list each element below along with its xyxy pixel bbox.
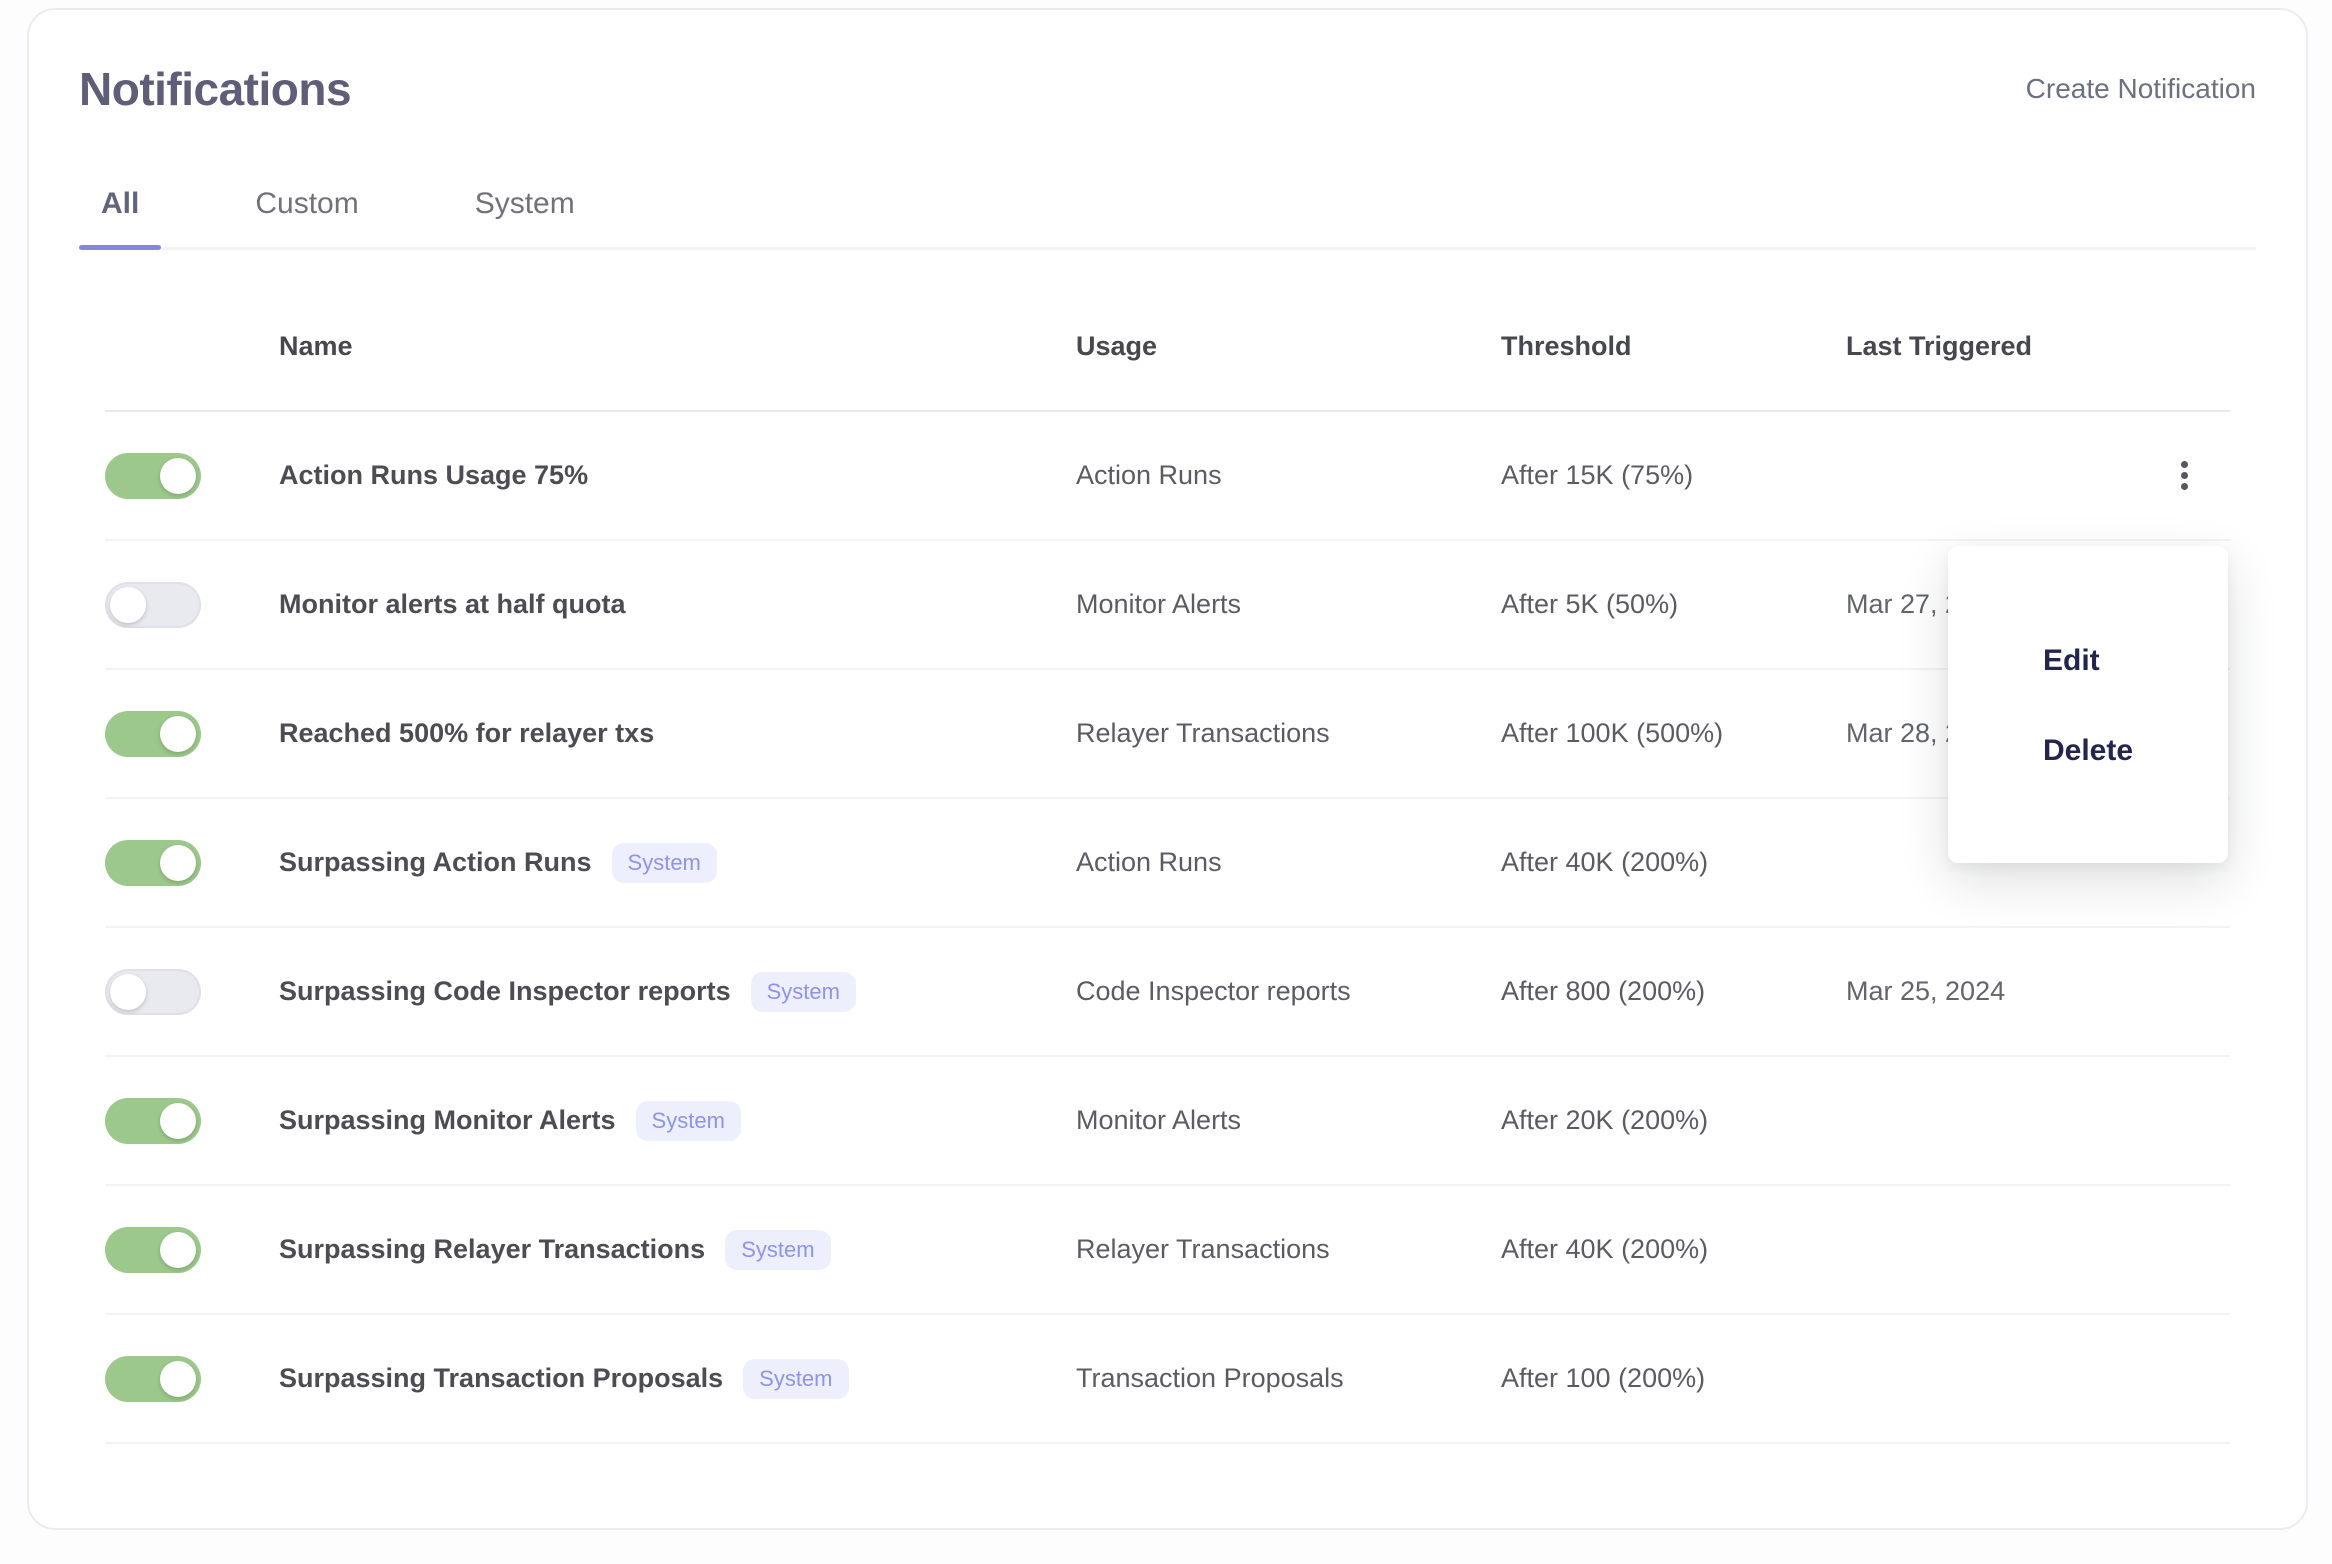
toggle-knob [110,973,146,1010]
toggle-cell [105,1226,279,1273]
toggle-knob [160,1231,196,1268]
row-context-menu: Edit Delete [1948,546,2228,863]
system-badge: System [743,1358,849,1399]
table-row: Action Runs Usage 75% Action Runs After … [105,412,2230,541]
usage-cell: Relayer Transactions [1076,718,1330,748]
system-badge: System [635,1100,741,1141]
toggle-cell [105,452,279,499]
page-title: Notifications [79,63,352,115]
threshold-cell: After 100 (200%) [1501,1363,1706,1393]
toggle-knob [160,715,196,752]
threshold-cell: After 15K (75%) [1501,460,1694,490]
notification-name: Surpassing Relayer Transactions [279,1234,706,1264]
toggle-cell [105,1355,279,1402]
notification-toggle[interactable] [105,839,201,886]
usage-cell: Code Inspector reports [1076,976,1351,1006]
table-row: Monitor alerts at half quota Monitor Ale… [105,541,2230,670]
tab-custom[interactable]: Custom [233,160,380,247]
notification-toggle[interactable] [105,968,201,1015]
notifications-table: Name Usage Threshold Last Triggered Acti… [105,250,2230,1444]
table-row: Surpassing Action Runs System Action Run… [105,799,2230,928]
threshold-cell: After 40K (200%) [1501,1234,1709,1264]
toggle-cell [105,968,279,1015]
column-header-last-triggered: Last Triggered [1846,330,2033,361]
table-row: Surpassing Code Inspector reports System… [105,928,2230,1057]
toggle-knob [160,457,196,494]
toggle-knob [160,844,196,881]
column-header-usage: Usage [1076,330,1158,361]
notification-toggle[interactable] [105,452,201,499]
create-notification-button[interactable]: Create Notification [2026,73,2256,105]
usage-cell: Action Runs [1076,460,1222,490]
name-cell: Action Runs Usage 75% [279,460,1076,491]
usage-cell: Action Runs [1076,847,1222,877]
notification-toggle[interactable] [105,581,201,628]
system-badge: System [611,842,717,883]
notification-name: Surpassing Monitor Alerts [279,1105,616,1135]
usage-cell: Monitor Alerts [1076,1105,1242,1135]
toggle-knob [110,586,146,623]
menu-item-edit[interactable]: Edit [1948,616,2228,706]
column-header-name: Name [279,330,353,361]
notification-toggle[interactable] [105,710,201,757]
system-badge: System [750,971,856,1012]
usage-cell: Relayer Transactions [1076,1234,1330,1264]
notification-name: Monitor alerts at half quota [279,589,626,619]
table-row: Surpassing Transaction Proposals System … [105,1315,2230,1444]
tab-all[interactable]: All [79,160,162,250]
usage-cell: Transaction Proposals [1076,1363,1344,1393]
system-badge: System [725,1229,831,1270]
tab-bar: All Custom System [79,160,2256,250]
column-header-threshold: Threshold [1501,330,1632,361]
name-cell: Reached 500% for relayer txs [279,718,1076,749]
threshold-cell: After 40K (200%) [1501,847,1709,877]
notification-name: Surpassing Action Runs [279,847,592,877]
usage-cell: Monitor Alerts [1076,589,1242,619]
toggle-knob [160,1102,196,1139]
kebab-vertical-icon[interactable] [2138,461,2230,490]
notification-name: Reached 500% for relayer txs [279,718,655,748]
notification-name: Surpassing Transaction Proposals [279,1363,724,1393]
notification-toggle[interactable] [105,1097,201,1144]
table-row: Surpassing Relayer Transactions System R… [105,1186,2230,1315]
actions-cell [2138,461,2230,490]
name-cell: Surpassing Monitor Alerts System [279,1100,1076,1141]
threshold-cell: After 20K (200%) [1501,1105,1709,1135]
table-header-row: Name Usage Threshold Last Triggered [105,250,2230,412]
table-row: Surpassing Monitor Alerts System Monitor… [105,1057,2230,1186]
table-body: Action Runs Usage 75% Action Runs After … [105,412,2230,1444]
name-cell: Surpassing Code Inspector reports System [279,971,1076,1012]
name-cell: Surpassing Transaction Proposals System [279,1358,1076,1399]
name-cell: Surpassing Relayer Transactions System [279,1229,1076,1270]
threshold-cell: After 800 (200%) [1501,976,1706,1006]
notification-name: Surpassing Code Inspector reports [279,976,731,1006]
table-row: Reached 500% for relayer txs Relayer Tra… [105,670,2230,799]
last-triggered-cell: Mar 25, 2024 [1846,976,2006,1006]
notifications-card: Notifications Create Notification All Cu… [27,8,2308,1530]
notification-name: Action Runs Usage 75% [279,460,589,490]
toggle-cell [105,839,279,886]
notification-toggle[interactable] [105,1226,201,1273]
tab-system[interactable]: System [453,160,597,247]
threshold-cell: After 5K (50%) [1501,589,1679,619]
toggle-cell [105,1097,279,1144]
toggle-cell [105,710,279,757]
name-cell: Monitor alerts at half quota [279,589,1076,620]
toggle-knob [160,1360,196,1397]
threshold-cell: After 100K (500%) [1501,718,1724,748]
menu-item-delete[interactable]: Delete [1948,706,2228,796]
card-header: Notifications Create Notification [79,60,2256,118]
notification-toggle[interactable] [105,1355,201,1402]
name-cell: Surpassing Action Runs System [279,842,1076,883]
toggle-cell [105,581,279,628]
